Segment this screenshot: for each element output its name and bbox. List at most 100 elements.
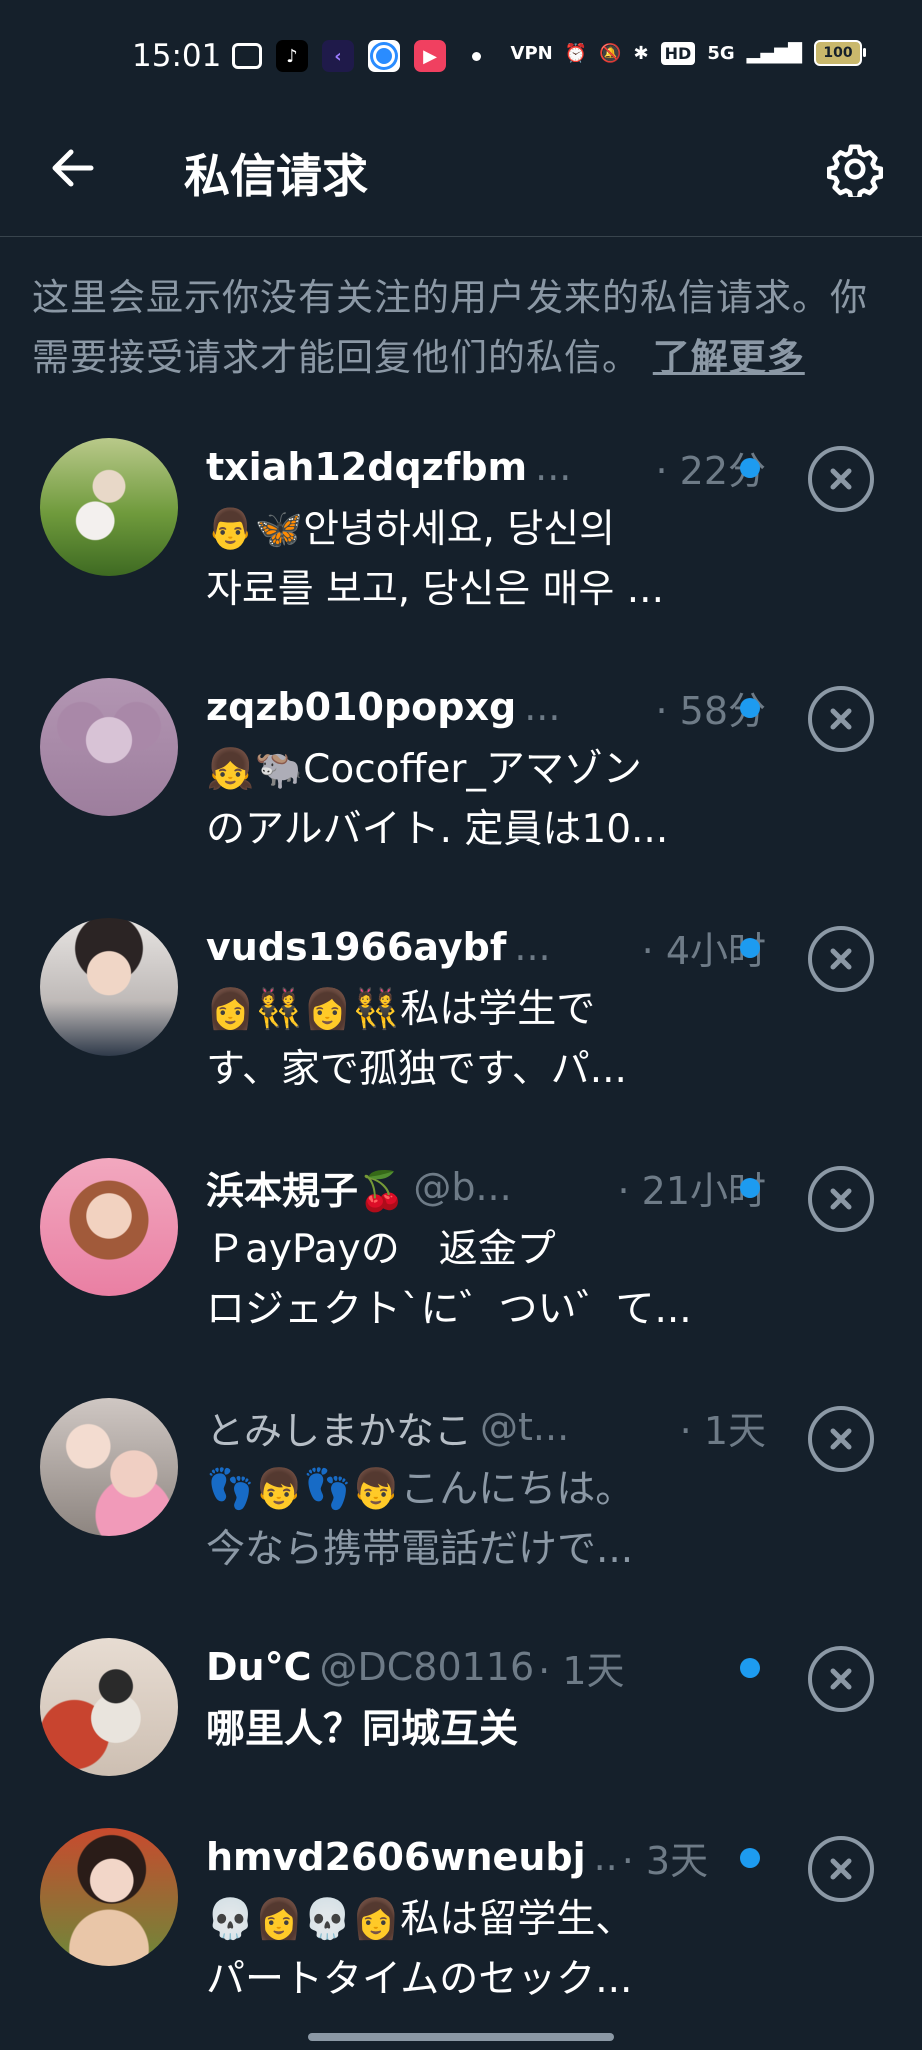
dismiss-button[interactable]	[808, 446, 874, 512]
signal-bars-icon: ▂▄▆█	[746, 42, 802, 64]
unread-indicator	[740, 1178, 760, 1198]
dismiss-button[interactable]	[808, 1646, 874, 1712]
close-icon	[830, 948, 852, 970]
list-item[interactable]: とみしまかなこ @t... · 1天 👣👦👣👦こんにちは。 今なら携帯電話だけで…	[0, 1380, 922, 1620]
row-header: 浜本規子🍒 @b... · 21小时	[206, 1160, 766, 1214]
message-line-1: 👨🦋안녕하세요, 당신의	[206, 507, 615, 552]
battery-level: 100	[823, 45, 853, 61]
intro-text: 这里会显示你没有关注的用户发来的私信请求。你需要接受请求才能回复他们的私信。 了…	[32, 268, 902, 388]
message-preview: 👣👦👣👦こんにちは。 今なら携帯電話だけで...	[206, 1460, 726, 1580]
sender-name: txiah12dqzfbm	[206, 445, 528, 489]
message-line-2: 今なら携帯電話だけで...	[206, 1527, 634, 1572]
sender-name: 浜本規子🍒	[206, 1168, 406, 1213]
list-item[interactable]: vuds1966aybf ... · 4小时 👩👯👩👯私は学生で す、家で孤独で…	[0, 900, 922, 1140]
avatar[interactable]	[40, 918, 178, 1056]
unread-indicator	[740, 1848, 760, 1868]
message-line-1: 哪里人？同城互关	[206, 1707, 519, 1752]
vpn-icon: VPN	[510, 42, 553, 64]
sender-handle: ..	[593, 1835, 618, 1879]
notification-icons: ♪ ‹ ▶	[232, 40, 481, 72]
gear-icon	[827, 144, 883, 197]
message-line-2: す、家で孤独です、パ...	[206, 1047, 627, 1092]
tiktok-app-icon: ♪	[276, 40, 308, 72]
message-preview: 哪里人？同城互关	[206, 1700, 726, 1760]
sender-handle: ...	[514, 925, 551, 969]
list-item[interactable]: zqzb010popxg ... · 58分 👧🐃Cocoffer_アマゾン の…	[0, 660, 922, 900]
close-icon	[830, 1858, 852, 1880]
sender-handle: @b...	[413, 1165, 512, 1209]
dismiss-button[interactable]	[808, 1406, 874, 1472]
row-header: zqzb010popxg ... · 58分	[206, 680, 766, 734]
avatar[interactable]	[40, 678, 178, 816]
more-notifications-icon	[472, 51, 481, 61]
list-item[interactable]: Du°C @DC80116 · 1天 哪里人？同城互关	[0, 1620, 922, 1810]
browser-app-icon	[368, 40, 400, 72]
dismiss-button[interactable]	[808, 1166, 874, 1232]
row-header: hmvd2606wneubj .. · 3天	[206, 1830, 766, 1884]
message-line-2: のアルバイト. 定員は10...	[206, 807, 669, 852]
header: 私信请求	[0, 120, 922, 237]
home-indicator[interactable]	[308, 2033, 614, 2041]
close-icon	[830, 1428, 852, 1450]
sender-handle: @t...	[480, 1405, 570, 1449]
avatar[interactable]	[40, 1398, 178, 1536]
avatar[interactable]	[40, 1638, 178, 1776]
avatar[interactable]	[40, 1828, 178, 1966]
list-item[interactable]: hmvd2606wneubj .. · 3天 💀👩💀👩私は留学生、 パートタイム…	[0, 1810, 922, 2050]
signal-5g-icon: 5G	[707, 42, 735, 64]
learn-more-link[interactable]: 了解更多	[653, 336, 805, 379]
system-icons: VPN ⏰ 🔕 ✱ HD 5G ▂▄▆█ 100	[510, 40, 866, 66]
bluetooth-icon: ✱	[633, 42, 649, 64]
list-item[interactable]: 浜本規子🍒 @b... · 21小时 ＰayPayの 返金プ ロジェクト`に゛つ…	[0, 1140, 922, 1380]
mute-icon: 🔕	[599, 42, 622, 64]
sender-name: vuds1966aybf	[206, 925, 507, 969]
unread-indicator	[740, 698, 760, 718]
video-app-icon: ▶	[414, 40, 446, 72]
back-button[interactable]	[46, 142, 98, 194]
avatar[interactable]	[40, 1158, 178, 1296]
message-line-2: ロジェクト`に゛つい゛て...	[206, 1287, 692, 1332]
status-time: 15:01	[132, 38, 222, 74]
dismiss-button[interactable]	[808, 1836, 874, 1902]
message-line-2: 자료를 보고, 당신은 매우 ...	[206, 567, 664, 612]
row-header: vuds1966aybf ... · 4小时	[206, 920, 766, 974]
battery-icon: 100	[814, 40, 866, 66]
arrow-left-icon	[52, 149, 94, 187]
sender-handle: ...	[524, 685, 561, 729]
sender-name: Du°C	[206, 1645, 312, 1689]
unread-indicator	[740, 938, 760, 958]
message-line-2: パートタイムのセック...	[206, 1957, 633, 2002]
message-preview: ＰayPayの 返金プ ロジェクト`に゛つい゛て...	[206, 1220, 726, 1340]
avatar[interactable]	[40, 438, 178, 576]
page-title: 私信请求	[184, 149, 368, 203]
unread-indicator	[740, 1658, 760, 1678]
row-header: とみしまかなこ @t... · 1天	[206, 1400, 766, 1454]
message-line-1: 👣👦👣👦こんにちは。	[206, 1467, 635, 1512]
dismiss-button[interactable]	[808, 926, 874, 992]
row-header: Du°C @DC80116 · 1天	[206, 1640, 766, 1694]
sender-handle: ...	[535, 445, 572, 489]
message-line-1: 💀👩💀👩私は留学生、	[206, 1897, 635, 1942]
message-time: · 3天	[621, 1838, 709, 1883]
close-icon	[830, 1188, 852, 1210]
hd-icon: HD	[660, 41, 696, 65]
settings-button[interactable]	[824, 138, 886, 200]
close-icon	[830, 468, 852, 490]
sender-handle: @DC80116	[319, 1645, 535, 1689]
message-preview: 💀👩💀👩私は留学生、 パートタイムのセック...	[206, 1890, 726, 2010]
status-bar: 15:01 ♪ ‹ ▶ VPN ⏰ 🔕 ✱ HD 5G ▂▄▆█ 100	[0, 0, 922, 120]
message-line-1: 👧🐃Cocoffer_アマゾン	[206, 747, 642, 792]
message-line-1: 👩👯👩👯私は学生で	[206, 987, 596, 1032]
kuaishou-app-icon: ‹	[322, 40, 354, 72]
row-header: txiah12dqzfbm ... · 22分	[206, 440, 766, 494]
list-item[interactable]: txiah12dqzfbm ... · 22分 👨🦋안녕하세요, 당신의 자료를…	[0, 420, 922, 660]
dismiss-button[interactable]	[808, 686, 874, 752]
close-icon	[830, 1668, 852, 1690]
message-time: · 1天	[538, 1648, 625, 1693]
sender-name: とみしまかなこ	[206, 1408, 473, 1453]
message-preview: 👩👯👩👯私は学生で す、家で孤独です、パ...	[206, 980, 726, 1100]
alarm-icon: ⏰	[564, 42, 588, 64]
close-icon	[830, 708, 852, 730]
sender-name: hmvd2606wneubj	[206, 1835, 586, 1879]
message-time: · 1天	[679, 1408, 766, 1453]
